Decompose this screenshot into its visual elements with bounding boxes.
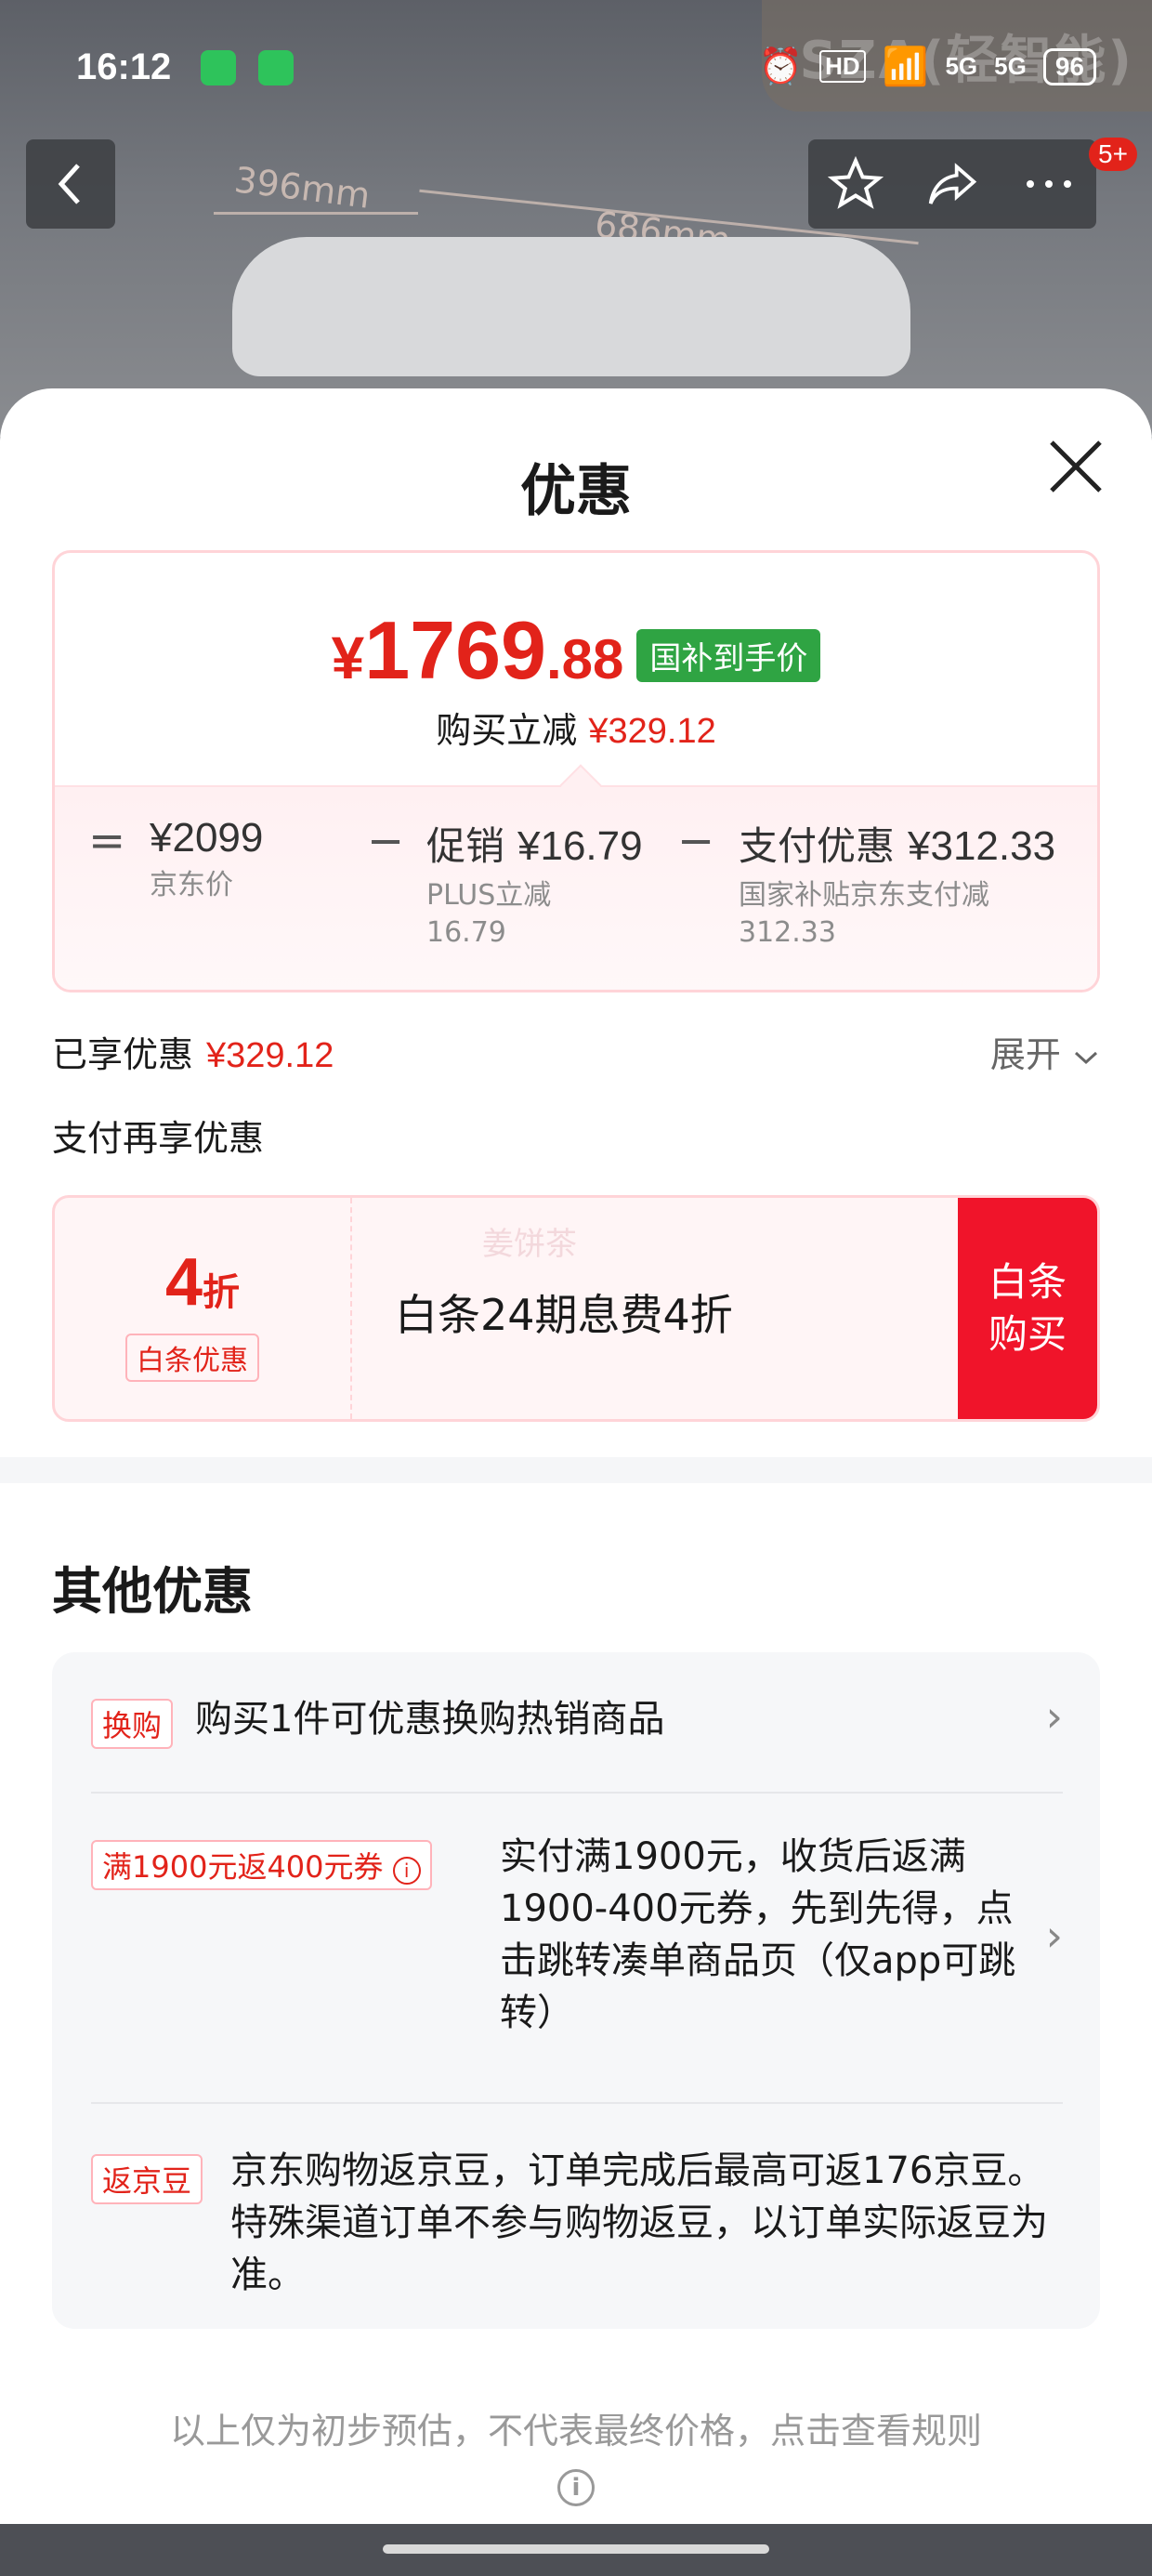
minus-sign: −: [367, 815, 405, 867]
share-icon[interactable]: [923, 158, 981, 210]
rules-footnote[interactable]: 以上仅为初步预估，不代表最终价格，点击查看规则 i: [0, 2405, 1152, 2509]
enjoyed-discount: 已享优惠 ¥329.12: [52, 1034, 334, 1075]
coupon-tag: 满1900元返400元券 i: [91, 1840, 432, 1890]
baitiao-discount-box: 4折 白条优惠: [55, 1198, 352, 1419]
final-price: ¥1769.88: [331, 604, 624, 696]
status-bar: 16:12 ⏰ HD 📶 5G 5G 96: [0, 0, 1152, 139]
discount-sheet: 优惠 ¥1769.88 国补到手价 购买立减 ¥329.12 = ¥2099 京…: [0, 388, 1152, 2526]
price-summary-card: ¥1769.88 国补到手价 购买立减 ¥329.12 = ¥2099 京东价 …: [52, 550, 1100, 992]
other-discounts-card: 换购 购买1件可优惠换购热销商品 › 满1900元返400元券 i 实付满190…: [52, 1652, 1100, 2329]
back-button[interactable]: [26, 139, 115, 229]
chevron-down-icon: [1074, 1051, 1098, 1065]
toilet-seat-image: [232, 237, 910, 376]
user-watermark: 姜饼茶: [482, 1226, 577, 1263]
wifi-icon: 📶: [882, 46, 929, 87]
signal-icon: 5G: [994, 52, 1027, 80]
signal-icon: 5G: [945, 52, 978, 80]
jingdou-text: 京东购物返京豆，订单完成后最高可返176京豆。特殊渠道订单不参与购物返豆，以订单…: [230, 2149, 1048, 2296]
pay-more-discount-label: 支付再享优惠: [52, 1118, 265, 1159]
info-icon: i: [557, 2469, 595, 2506]
expand-button[interactable]: 展开: [990, 1026, 1100, 1077]
equals-sign: =: [88, 815, 126, 867]
promo-item: 促销 ¥16.79 PLUS立减16.79: [426, 823, 643, 949]
chevron-left-icon: [58, 164, 80, 204]
gesture-bar: [0, 2524, 1152, 2576]
dimension-label-depth: 396mm: [231, 159, 373, 217]
alarm-icon: ⏰: [758, 46, 804, 86]
exchange-tag: 换购: [91, 1699, 174, 1749]
chevron-right-icon: ›: [1045, 1691, 1063, 1741]
home-indicator[interactable]: [383, 2544, 769, 2554]
minus-sign: −: [677, 815, 715, 867]
close-icon[interactable]: [1042, 433, 1109, 500]
app-notification-icon: [258, 50, 294, 85]
list-item-coupon[interactable]: 满1900元返400元券 i 实付满1900元，收货后返满1900-400元券，…: [91, 1835, 1063, 2054]
other-discounts-title: 其他优惠: [52, 1562, 253, 1621]
payment-discount-item: 支付优惠 ¥312.33 国家补贴京东支付减312.33: [739, 823, 1056, 949]
chevron-right-icon: ›: [1045, 1911, 1063, 1961]
baitiao-tag: 白条优惠: [125, 1334, 259, 1382]
section-divider: [0, 1457, 1152, 1483]
row-separator: [91, 2102, 1063, 2104]
subsidy-price-tag: 国补到手价: [636, 629, 821, 682]
exchange-text: 购买1件可优惠换购热销商品: [195, 1698, 665, 1741]
status-time: 16:12: [76, 46, 172, 87]
list-item-exchange[interactable]: 换购 购买1件可优惠换购热销商品 ›: [91, 1691, 1063, 1782]
info-icon: i: [392, 1857, 421, 1885]
baitiao-offer-card[interactable]: 4折 白条优惠 姜饼茶 白条24期息费4折 白条 购买: [52, 1195, 1100, 1422]
coupon-text: 实付满1900元，收货后返满1900-400元券，先到先得，点击跳转凑单商品页（…: [500, 1835, 1016, 2034]
top-action-group: [808, 139, 1096, 229]
instant-reduction: 购买立减 ¥329.12: [436, 710, 716, 751]
battery-icon: 96: [1042, 47, 1096, 85]
sheet-title: 优惠: [520, 459, 632, 524]
baitiao-buy-button[interactable]: 白条 购买: [958, 1198, 1097, 1419]
more-icon[interactable]: [1021, 175, 1077, 193]
list-item-jingdou: 返京豆 京东购物返京豆，订单完成后最高可返176京豆。特殊渠道订单不参与购物返豆…: [91, 2149, 1063, 2312]
star-icon[interactable]: [828, 156, 884, 212]
row-separator: [91, 1792, 1063, 1794]
message-count-badge: 5+: [1089, 138, 1137, 171]
baitiao-offer-text: 白条24期息费4折: [395, 1290, 733, 1340]
hd-icon: HD: [819, 50, 866, 83]
jingdou-tag: 返京豆: [91, 2154, 203, 2204]
wechat-notification-icon: [201, 50, 236, 85]
dimension-line: [214, 212, 418, 215]
jd-price-item: ¥2099 京东价: [150, 815, 264, 901]
